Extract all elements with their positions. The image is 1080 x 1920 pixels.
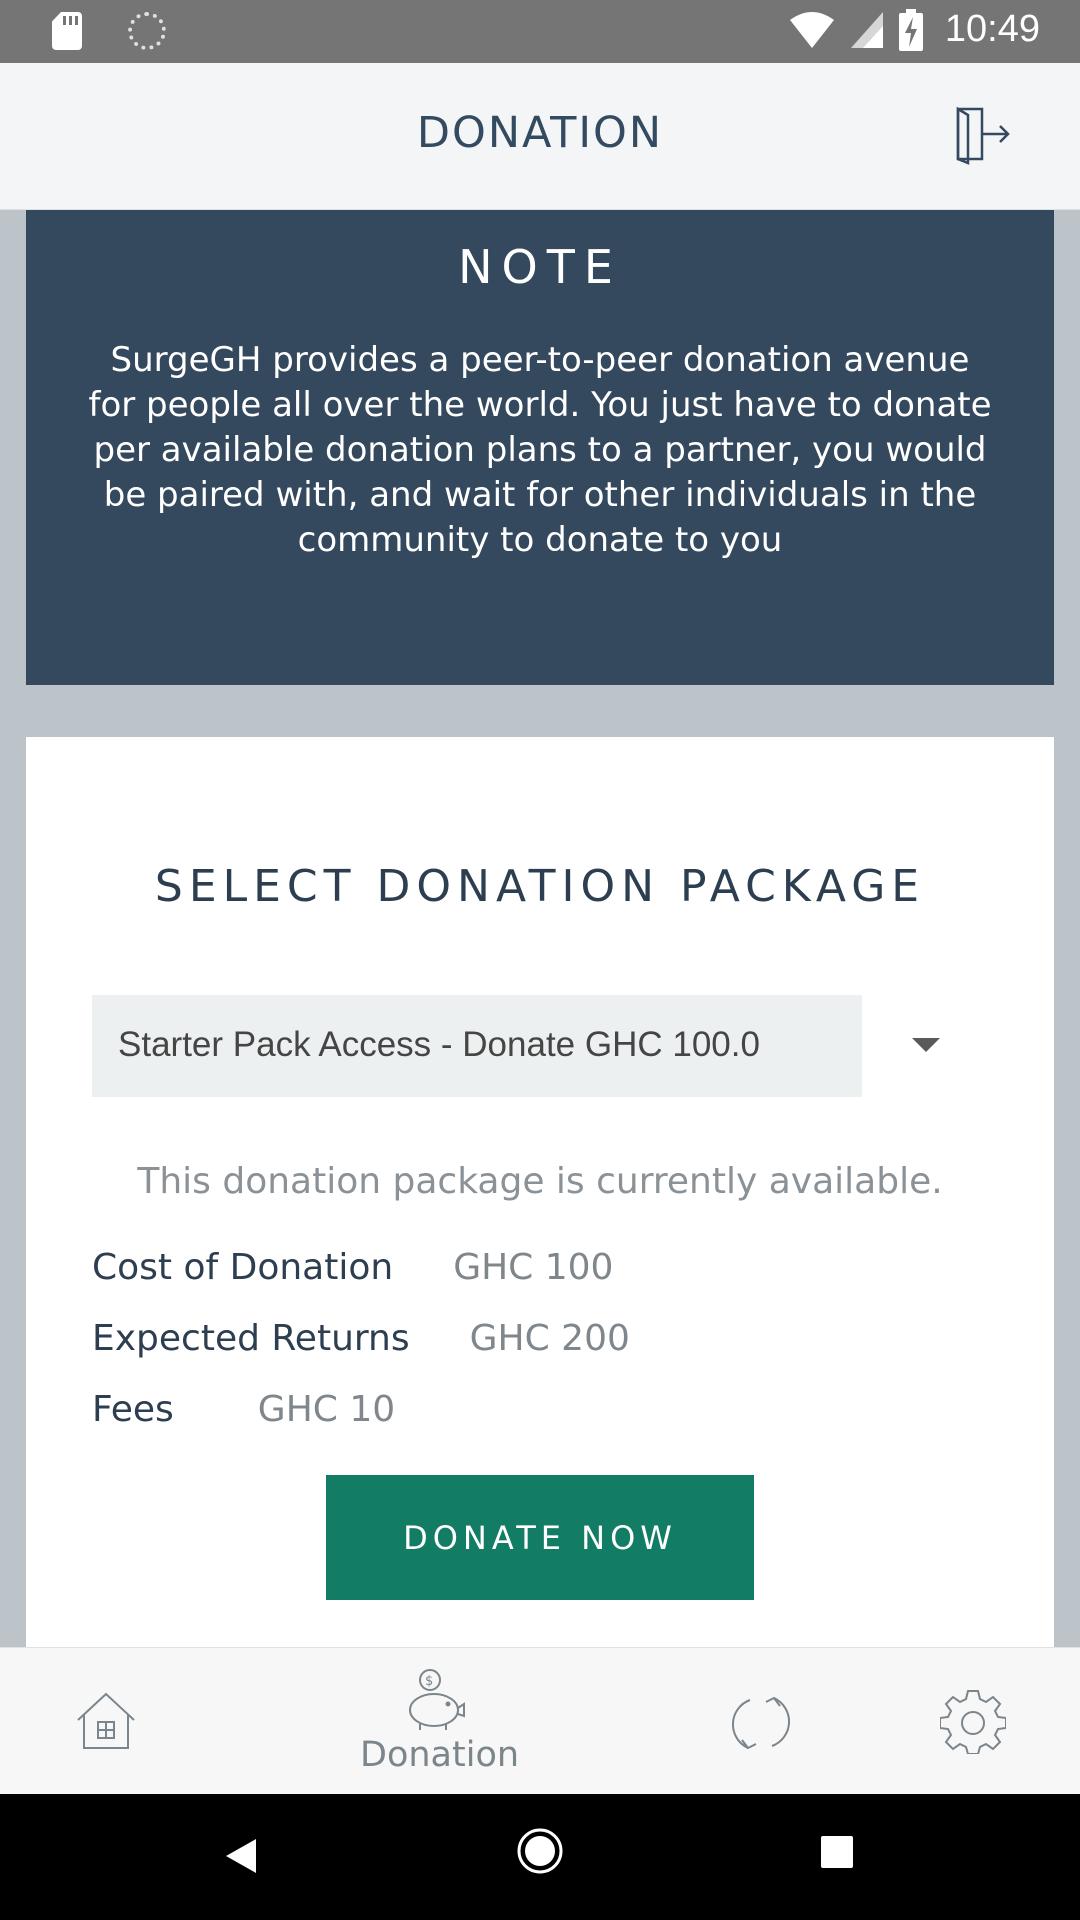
note-card: NOTE SurgeGH provides a peer-to-peer don… xyxy=(26,210,1054,685)
signal-icon xyxy=(850,11,883,48)
cost-row: Cost of Donation GHC 100 xyxy=(92,1247,613,1288)
settings-icon xyxy=(939,1690,1007,1755)
logout-button[interactable] xyxy=(952,103,1014,165)
package-select[interactable]: Starter Pack Access - Donate GHC 100.0 xyxy=(92,995,862,1097)
home-icon xyxy=(77,1692,135,1749)
fees-value: GHC 10 xyxy=(257,1389,396,1430)
nav-donation[interactable]: $ xyxy=(400,1668,468,1736)
spinner-icon xyxy=(128,12,166,50)
home-button-icon[interactable] xyxy=(516,1827,564,1875)
cost-value: GHC 100 xyxy=(453,1247,614,1288)
piggy-bank-icon: $ xyxy=(409,1669,465,1730)
back-icon[interactable] xyxy=(224,1837,258,1875)
donation-package-card: SELECT DONATION PACKAGE Starter Pack Acc… xyxy=(26,737,1054,1647)
nav-settings[interactable] xyxy=(939,1688,1007,1758)
page-title: DONATION xyxy=(416,108,664,158)
availability-text: This donation package is currently avail… xyxy=(137,1161,943,1202)
system-nav-bar xyxy=(0,1794,1080,1920)
package-section-title: SELECT DONATION PACKAGE xyxy=(154,861,926,912)
nav-refresh[interactable] xyxy=(726,1688,796,1762)
battery-charging-icon xyxy=(898,8,923,51)
nav-donation-label: Donation xyxy=(360,1735,520,1775)
chevron-down-icon[interactable] xyxy=(912,1038,940,1052)
status-time: 10:49 xyxy=(944,8,1040,50)
bottom-nav: $ Donation xyxy=(0,1647,1080,1794)
fees-label: Fees xyxy=(92,1389,174,1430)
nav-home[interactable] xyxy=(74,1690,138,1756)
status-bar: 10:49 xyxy=(0,0,1080,63)
app-header: DONATION xyxy=(0,63,1080,210)
package-select-value: Starter Pack Access - Donate GHC 100.0 xyxy=(118,1025,760,1064)
logout-icon xyxy=(956,106,1010,165)
recents-icon[interactable] xyxy=(820,1835,854,1869)
note-title: NOTE xyxy=(458,240,622,294)
wifi-icon xyxy=(789,11,834,48)
cost-label: Cost of Donation xyxy=(92,1247,394,1288)
sd-card-icon xyxy=(52,12,82,50)
returns-value: GHC 200 xyxy=(469,1318,630,1359)
fees-row: Fees GHC 10 xyxy=(92,1389,395,1430)
refresh-icon xyxy=(731,1696,791,1750)
returns-label: Expected Returns xyxy=(92,1318,410,1359)
donate-now-button[interactable]: DONATE NOW xyxy=(326,1475,754,1600)
note-body: SurgeGH provides a peer-to-peer donation… xyxy=(88,340,992,560)
svg-text:$: $ xyxy=(425,1674,433,1689)
returns-row: Expected Returns GHC 200 xyxy=(92,1318,630,1359)
